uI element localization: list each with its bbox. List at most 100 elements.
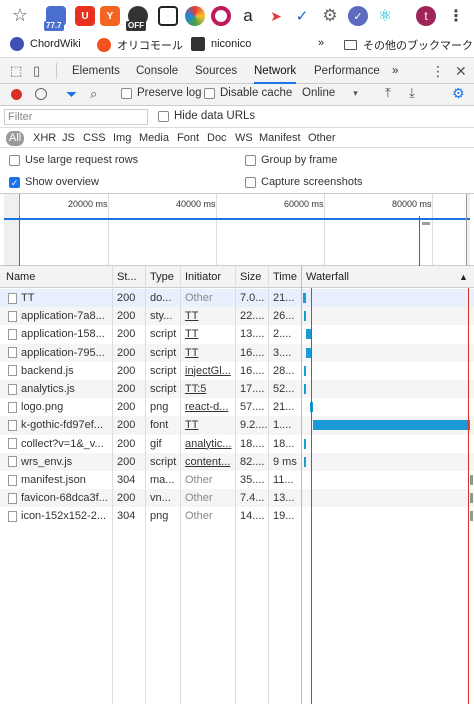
filter-icon[interactable]: ⏷ xyxy=(66,86,77,103)
type-filter-media[interactable]: Media xyxy=(136,131,172,146)
cell-initiator[interactable]: TT xyxy=(181,344,235,362)
other-bookmarks-folder[interactable]: その他のブックマーク xyxy=(344,37,473,53)
filter-input[interactable] xyxy=(4,109,148,125)
cell-status: 200 xyxy=(117,310,136,323)
overview-left-handle[interactable] xyxy=(4,194,20,266)
column-header-initiator[interactable]: Initiator xyxy=(181,266,235,288)
preserve-log-checkbox[interactable]: Preserve log xyxy=(121,87,202,99)
throttling-select[interactable]: Online ▾ xyxy=(302,87,358,99)
table-row[interactable]: logo.png 200 png react-d... 57.... 21... xyxy=(0,398,474,416)
type-filter-font[interactable]: Font xyxy=(174,131,202,146)
arrow-extension-icon[interactable]: ➤ xyxy=(266,6,286,26)
close-devtools-icon[interactable]: ✕ xyxy=(455,63,467,79)
devtools-menu-icon[interactable]: ⋮ xyxy=(431,63,445,79)
more-tabs-button[interactable]: » xyxy=(392,58,398,84)
react-devtools-icon[interactable]: ⚛ xyxy=(375,6,395,26)
bookmark-chordwiki[interactable]: ChordWiki xyxy=(10,37,81,51)
table-row[interactable]: application-158... 200 script TT 13.... 2.... xyxy=(0,325,474,343)
checkbox[interactable] xyxy=(204,87,215,99)
cell-initiator[interactable]: content... xyxy=(181,453,235,471)
settings-extension-icon[interactable]: ⚙ xyxy=(320,6,340,26)
table-row[interactable]: TT 200 do... Other 7.0... 21... xyxy=(0,289,474,308)
column-header-waterfall[interactable]: Waterfall xyxy=(302,266,452,288)
column-header-type[interactable]: Type xyxy=(146,266,180,288)
type-filter-js[interactable]: JS xyxy=(59,131,78,146)
network-overview[interactable]: 20000 ms 40000 ms 60000 ms 80000 ms xyxy=(0,194,474,266)
inspect-element-icon[interactable]: ⬚ xyxy=(10,63,22,79)
table-row[interactable]: backend.js 200 script injectGl... 16.... 28..… xyxy=(0,362,474,380)
checkbox[interactable] xyxy=(9,154,20,166)
column-header-size[interactable]: Size xyxy=(236,266,268,288)
table-row[interactable]: wrs_env.js 200 script content... 82.... 9 ms xyxy=(0,452,474,471)
type-filter-manifest[interactable]: Manifest xyxy=(256,131,304,146)
cell-initiator[interactable]: TT xyxy=(181,325,235,343)
table-row[interactable]: application-795... 200 script TT 16.... 3.... xyxy=(0,343,474,362)
cell-initiator[interactable]: TT xyxy=(181,307,235,325)
column-header-time[interactable]: Time xyxy=(269,266,301,288)
checkbox-checked[interactable]: ✓ xyxy=(9,176,20,188)
network-toolbar: ⏷ ⌕ Preserve log Disable cache Online ▾ … xyxy=(0,84,474,106)
sort-ascending-icon[interactable]: ▲ xyxy=(455,266,469,288)
type-filter-css[interactable]: CSS xyxy=(80,131,109,146)
clear-icon[interactable] xyxy=(35,88,47,100)
hide-data-urls-checkbox[interactable]: Hide data URLs xyxy=(158,110,255,122)
record-icon[interactable] xyxy=(11,89,22,100)
tab-sources[interactable]: Sources xyxy=(195,58,237,84)
ublock-extension-icon[interactable]: U xyxy=(75,6,95,26)
translate-extension-icon[interactable]: 77.7 xyxy=(44,6,66,31)
table-row[interactable]: manifest.json 304 ma... Other 35.... 11... xyxy=(0,471,474,489)
tab-console[interactable]: Console xyxy=(136,58,178,84)
network-settings-icon[interactable]: ⚙ xyxy=(452,85,465,102)
table-row[interactable]: icon-152x152-2... 304 png Other 14.... 19... xyxy=(0,507,474,525)
column-header-status[interactable]: St... xyxy=(113,266,145,288)
bookmark-orico[interactable]: オリコモール xyxy=(97,37,183,53)
cell-initiator[interactable]: react-d... xyxy=(181,398,235,416)
column-header-name[interactable]: Name xyxy=(2,266,112,288)
check-extension-icon[interactable]: ✓ xyxy=(348,6,368,26)
capture-screenshots-checkbox[interactable]: Capture screenshots xyxy=(245,176,363,188)
import-har-icon[interactable]: ⤒ xyxy=(385,85,391,101)
type-filter-doc[interactable]: Doc xyxy=(204,131,230,146)
cell-initiator[interactable]: analytic... xyxy=(181,435,235,453)
type-filter-img[interactable]: Img xyxy=(110,131,134,146)
off-extension-icon[interactable]: OFF xyxy=(126,6,148,31)
y-extension-icon[interactable]: Y xyxy=(100,6,120,26)
camera-extension-icon[interactable] xyxy=(211,6,231,26)
export-har-icon[interactable]: ⤓ xyxy=(409,85,415,101)
checkbox[interactable] xyxy=(245,176,256,188)
profile-avatar[interactable]: t xyxy=(416,6,436,26)
v-extension-icon[interactable]: ✓ xyxy=(292,6,312,26)
type-filter-xhr[interactable]: XHR xyxy=(30,131,59,146)
checkbox[interactable] xyxy=(121,87,132,99)
overview-right-handle[interactable] xyxy=(466,194,470,266)
checkbox[interactable] xyxy=(158,110,169,122)
cell-initiator[interactable]: TT xyxy=(181,416,235,434)
disable-cache-checkbox[interactable]: Disable cache xyxy=(204,87,292,99)
cell-initiator[interactable]: TT:5 xyxy=(181,380,235,398)
bookmark-niconico[interactable]: niconico xyxy=(191,37,251,51)
type-filter-other[interactable]: Other xyxy=(305,131,339,146)
tab-performance[interactable]: Performance xyxy=(314,58,380,84)
checkbox[interactable] xyxy=(245,154,256,166)
table-row[interactable]: k-gothic-fd97ef... 200 font TT 9.2.... 1.... xyxy=(0,416,474,435)
group-by-frame-checkbox[interactable]: Group by frame xyxy=(245,154,337,166)
cell-initiator[interactable]: injectGl... xyxy=(181,362,235,380)
table-row[interactable]: collect?v=1&_v... 200 gif analytic... 18....… xyxy=(0,435,474,453)
table-row[interactable]: application-7a8... 200 sty... TT 22.... 26... xyxy=(0,307,474,326)
show-overview-checkbox[interactable]: ✓ Show overview xyxy=(9,176,99,188)
large-rows-checkbox[interactable]: Use large request rows xyxy=(9,154,138,166)
device-toolbar-icon[interactable]: ▯ xyxy=(33,63,40,79)
browser-menu-icon[interactable]: ⋮ xyxy=(446,6,466,26)
table-row[interactable]: favicon-68dca3f... 200 vn... Other 7.4... 13.… xyxy=(0,489,474,508)
color-picker-icon[interactable] xyxy=(185,6,205,26)
bookmarks-overflow-button[interactable]: » xyxy=(318,37,324,49)
type-filter-all[interactable]: All xyxy=(6,131,25,146)
qr-code-icon[interactable] xyxy=(158,6,178,26)
table-row[interactable]: analytics.js 200 script TT:5 17.... 52... xyxy=(0,380,474,399)
tab-elements[interactable]: Elements xyxy=(72,58,120,84)
tab-network[interactable]: Network xyxy=(254,58,297,84)
bookmark-star-icon[interactable]: ☆ xyxy=(10,5,30,25)
amazon-icon[interactable]: a xyxy=(238,6,258,26)
type-filter-ws[interactable]: WS xyxy=(232,131,256,146)
search-icon[interactable]: ⌕ xyxy=(90,86,97,102)
